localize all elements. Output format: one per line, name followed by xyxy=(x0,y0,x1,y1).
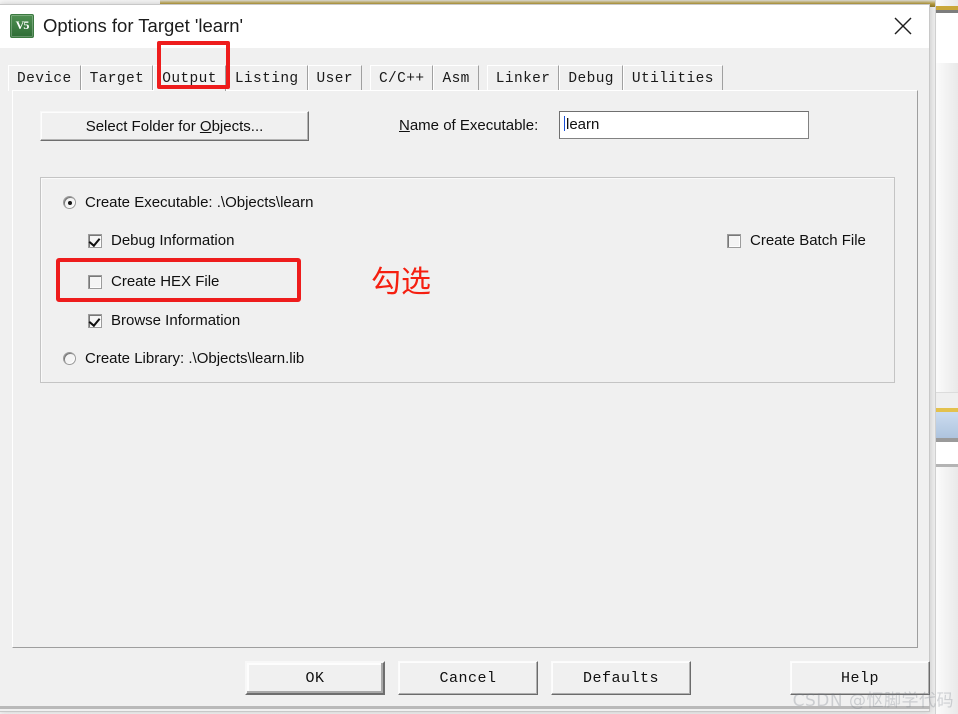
create-executable-label: Create Executable: .\Objects\learn xyxy=(85,194,314,211)
create-hex-file-label: Create HEX File xyxy=(111,273,220,290)
checkbox-indicator-unchecked xyxy=(727,233,741,248)
tab-device[interactable]: Device xyxy=(8,65,81,91)
dialog-bottom-edge xyxy=(0,706,930,709)
keil-uvision5-icon: V5 xyxy=(10,14,34,38)
create-hex-file-checkbox[interactable]: Create HEX File xyxy=(88,273,219,290)
debug-information-label: Debug Information xyxy=(111,232,235,249)
tab-utilities[interactable]: Utilities xyxy=(622,65,723,91)
defaults-button[interactable]: Defaults xyxy=(551,661,691,695)
name-of-executable-value: learn xyxy=(566,116,600,133)
background-accent-band xyxy=(936,13,958,63)
close-icon[interactable] xyxy=(877,5,929,47)
ok-button[interactable]: OK xyxy=(245,661,385,695)
create-batch-file-checkbox[interactable]: Create Batch File xyxy=(727,232,866,249)
app-icon-text: V5 xyxy=(15,18,30,32)
dialog-button-row: OK Cancel Defaults Help xyxy=(0,657,930,705)
tab-c-cpp[interactable]: C/C++ xyxy=(369,65,434,91)
tab-target[interactable]: Target xyxy=(80,65,154,91)
radio-indicator-selected xyxy=(63,196,76,209)
name-of-executable-label: Name of Executable: xyxy=(399,117,539,134)
create-executable-radio[interactable]: Create Executable: .\Objects\learn xyxy=(63,194,313,211)
tab-linker[interactable]: Linker xyxy=(486,65,560,91)
cancel-button[interactable]: Cancel xyxy=(398,661,538,695)
background-right-panel xyxy=(935,0,958,714)
select-folder-for-objects-button[interactable]: Select Folder for Objects... xyxy=(40,111,309,141)
create-batch-file-label: Create Batch File xyxy=(750,232,866,249)
help-button[interactable]: Help xyxy=(790,661,930,695)
browse-information-label: Browse Information xyxy=(111,312,241,329)
output-tab-page: Select Folder for Objects... Name of Exe… xyxy=(12,90,918,648)
options-for-target-dialog: V5 Options for Target 'learn' Device Tar… xyxy=(0,4,930,712)
window-title: Options for Target 'learn' xyxy=(43,15,244,36)
radio-indicator-unselected xyxy=(63,352,76,365)
tab-debug[interactable]: Debug xyxy=(559,65,623,91)
checkbox-indicator-checked xyxy=(88,313,102,328)
text-caret xyxy=(564,116,565,131)
tab-strip: Device Target Output Listing User C/C++ … xyxy=(0,41,929,91)
tab-asm[interactable]: Asm xyxy=(433,65,479,91)
annotation-note: 勾选 xyxy=(371,265,431,300)
background-accent-band xyxy=(936,464,958,467)
output-top-row: Select Folder for Objects... Name of Exe… xyxy=(13,111,917,143)
create-library-radio[interactable]: Create Library: .\Objects\learn.lib xyxy=(63,350,304,367)
create-library-label: Create Library: .\Objects\learn.lib xyxy=(85,350,305,367)
output-options-group: Create Executable: .\Objects\learn Debug… xyxy=(40,177,895,383)
tab-listing[interactable]: Listing xyxy=(225,65,308,91)
tab-user[interactable]: User xyxy=(307,65,362,91)
debug-information-checkbox[interactable]: Debug Information xyxy=(88,232,234,249)
title-bar: V5 Options for Target 'learn' xyxy=(0,5,929,48)
tab-output[interactable]: Output xyxy=(153,65,226,91)
background-accent-band xyxy=(936,442,958,464)
select-folder-button-label: Select Folder for Objects... xyxy=(85,117,264,135)
background-accent-band xyxy=(936,392,958,409)
browse-information-checkbox[interactable]: Browse Information xyxy=(88,312,240,329)
checkbox-indicator-checked xyxy=(88,233,102,248)
background-selected-row xyxy=(936,412,958,438)
checkbox-indicator-unchecked xyxy=(88,274,102,289)
name-of-executable-input[interactable]: learn xyxy=(559,111,809,139)
